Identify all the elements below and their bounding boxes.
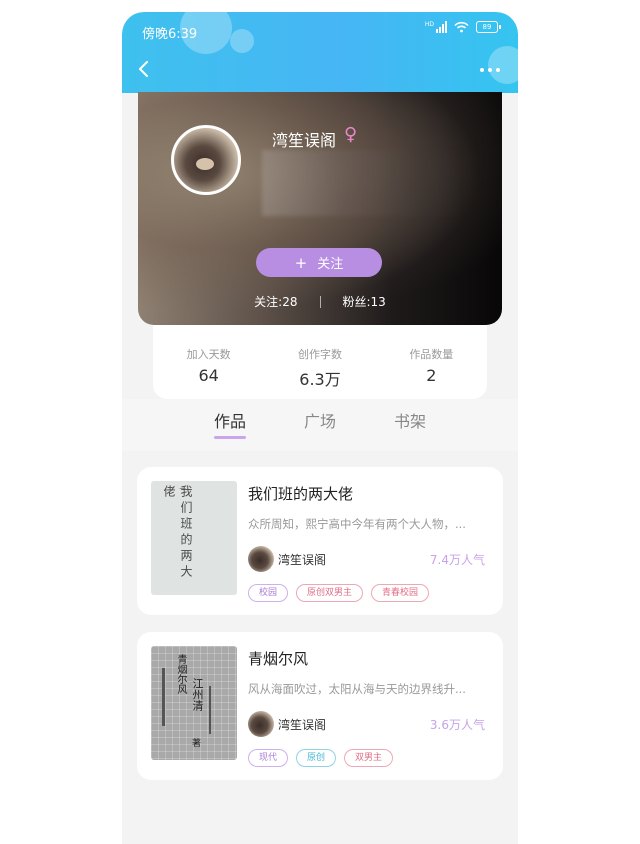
- cover-decoration: ┃: [179, 487, 185, 491]
- book-description: 众所周知，熙宁高中今年有两个大人物，...: [248, 517, 466, 531]
- back-arrow-icon[interactable]: [136, 61, 152, 77]
- decor-bubble: [230, 29, 254, 53]
- book-tag[interactable]: 校园: [248, 584, 289, 602]
- book-popularity: 3.6万人气: [429, 718, 485, 732]
- cover-title: 我们班的两大佬: [162, 485, 193, 581]
- author-name[interactable]: 湾笙误阁: [278, 551, 326, 568]
- network-type: HD: [424, 21, 434, 28]
- tab-square[interactable]: 广场: [304, 408, 336, 432]
- book-tags: 校园 原创双男主 青春校园: [248, 584, 430, 602]
- signal-icon: HD: [425, 21, 447, 33]
- profile-stats: 加入天数 64 创作字数 6.3万 作品数量 2: [153, 325, 487, 399]
- profile-cover: 湾笙误阁 ♀ + 关注 关注:28 粉丝:13: [138, 92, 502, 325]
- book-tag[interactable]: 现代: [248, 749, 289, 767]
- plus-icon: +: [294, 253, 308, 272]
- book-title[interactable]: 我们班的两大佬: [248, 483, 353, 504]
- phone-screen: 傍晚6:39 HD 89 湾笙误阁 ♀ + 关注 关注:28 粉丝:13 加入天…: [122, 12, 518, 844]
- book-tag[interactable]: 青春校园: [371, 584, 430, 602]
- book-tag[interactable]: 原创双男主: [296, 584, 364, 602]
- book-tags: 现代 原创 双男主: [248, 749, 394, 767]
- cover-decoration: [209, 686, 211, 734]
- status-icons: HD 89: [425, 21, 501, 33]
- book-tag[interactable]: 原创: [296, 749, 337, 767]
- decor-bubble: [488, 46, 518, 84]
- follow-button[interactable]: + 关注: [256, 248, 382, 277]
- avatar[interactable]: [171, 125, 241, 195]
- cover-title: 青烟尔风: [175, 654, 186, 694]
- fans-count[interactable]: 粉丝:13: [343, 293, 386, 310]
- profile-username: 湾笙误阁: [272, 131, 337, 150]
- author-avatar: [248, 546, 274, 572]
- book-cover[interactable]: 青烟尔风 江州清 著: [151, 646, 237, 760]
- tab-bar: 作品 广场 书架: [122, 399, 518, 451]
- book-description: 风从海面吹过，太阳从海与天的边界线升...: [248, 682, 466, 696]
- blurred-signature: [262, 150, 462, 216]
- tab-active-indicator: [214, 436, 246, 439]
- stat-join-days: 加入天数 64: [186, 348, 231, 385]
- author-name[interactable]: 湾笙误阁: [278, 716, 326, 733]
- tab-bookshelf[interactable]: 书架: [394, 408, 426, 432]
- follow-counts: 关注:28 粉丝:13: [138, 293, 502, 310]
- wifi-icon: [454, 21, 469, 33]
- follow-label: 关注: [317, 257, 344, 272]
- author-avatar: [248, 711, 274, 737]
- book-tag[interactable]: 双男主: [344, 749, 394, 767]
- book-title[interactable]: 青烟尔风: [248, 648, 308, 669]
- app-header: 傍晚6:39 HD 89: [122, 12, 518, 93]
- cover-author: 江州清: [191, 678, 204, 711]
- counts-divider: [319, 295, 321, 308]
- following-count[interactable]: 关注:28: [254, 293, 297, 310]
- status-time: 傍晚6:39: [142, 27, 198, 42]
- stat-works-count: 作品数量 2: [409, 348, 454, 385]
- tab-works[interactable]: 作品: [214, 408, 246, 432]
- cover-decoration: [162, 668, 165, 726]
- book-card[interactable]: 青烟尔风 江州清 著 青烟尔风 风从海面吹过，太阳从海与天的边界线升... 湾笙…: [137, 632, 503, 780]
- female-icon: ♀: [344, 124, 358, 145]
- stat-word-count: 创作字数 6.3万: [297, 348, 342, 389]
- book-popularity: 7.4万人气: [429, 553, 485, 567]
- book-card[interactable]: 我们班的两大佬 ┃ 我们班的两大佬 众所周知，熙宁高中今年有两个大人物，... …: [137, 467, 503, 615]
- more-dots-icon[interactable]: [480, 68, 500, 72]
- book-cover[interactable]: 我们班的两大佬 ┃: [151, 481, 237, 595]
- cover-suffix: 著: [190, 738, 200, 747]
- battery-icon: 89: [476, 21, 501, 33]
